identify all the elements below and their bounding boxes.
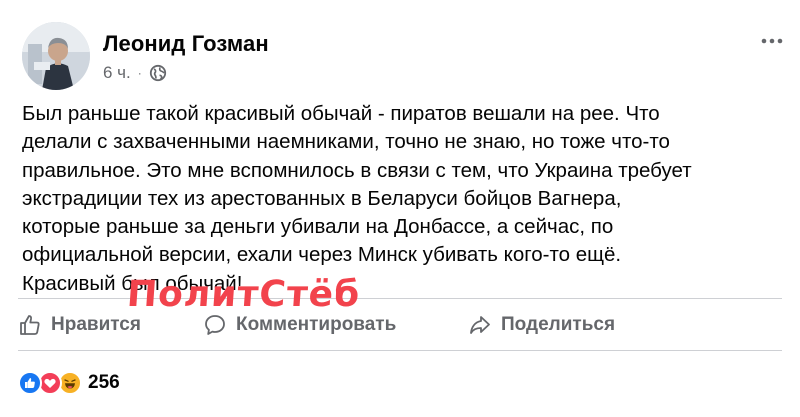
like-button[interactable]: Нравится: [18, 306, 141, 344]
comment-button[interactable]: Комментировать: [203, 306, 396, 344]
post-text-line: экстрадиции тех из арестованных в Белару…: [22, 186, 622, 210]
author-name[interactable]: Леонид Гозман: [103, 31, 269, 57]
divider: [18, 350, 782, 351]
meta-separator: ·: [137, 66, 142, 80]
post-meta: 6 ч. ·: [103, 63, 167, 83]
reaction-icons: [18, 371, 86, 395]
post-time[interactable]: 6 ч.: [103, 63, 131, 83]
post-actions: Нравится Комментировать Поделиться: [0, 306, 800, 344]
post-text-line: правильное. Это мне вспомнилось в связи …: [22, 158, 692, 182]
reactions-summary[interactable]: 256: [18, 371, 120, 395]
share-icon: [470, 316, 490, 334]
comment-icon: [205, 315, 225, 335]
more-options-icon[interactable]: [760, 36, 784, 46]
reaction-count: 256: [88, 372, 120, 393]
post-text-line: делали с захваченными наемниками, точно …: [22, 130, 670, 154]
comment-label: Комментировать: [236, 314, 397, 335]
globe-icon: [149, 64, 166, 82]
thumbs-up-icon: [20, 315, 40, 335]
avatar-photo: [22, 22, 90, 90]
post-text-line: Был раньше такой красивый обычай - пират…: [22, 102, 660, 125]
post-text-line: официальной версии, ехали через Минск уб…: [22, 243, 622, 267]
share-button[interactable]: Поделиться: [468, 306, 615, 344]
post-text: Был раньше такой красивый обычай - пират…: [22, 100, 782, 298]
facebook-post: Леонид Гозман 6 ч. · Был раньше такой кр…: [0, 0, 800, 417]
avatar[interactable]: [22, 22, 90, 90]
like-label: Нравится: [51, 314, 141, 335]
like-reaction-icon: [18, 371, 42, 395]
post-text-line: которые раньше за деньги убивали на Донб…: [22, 215, 614, 239]
share-label: Поделиться: [501, 314, 616, 335]
